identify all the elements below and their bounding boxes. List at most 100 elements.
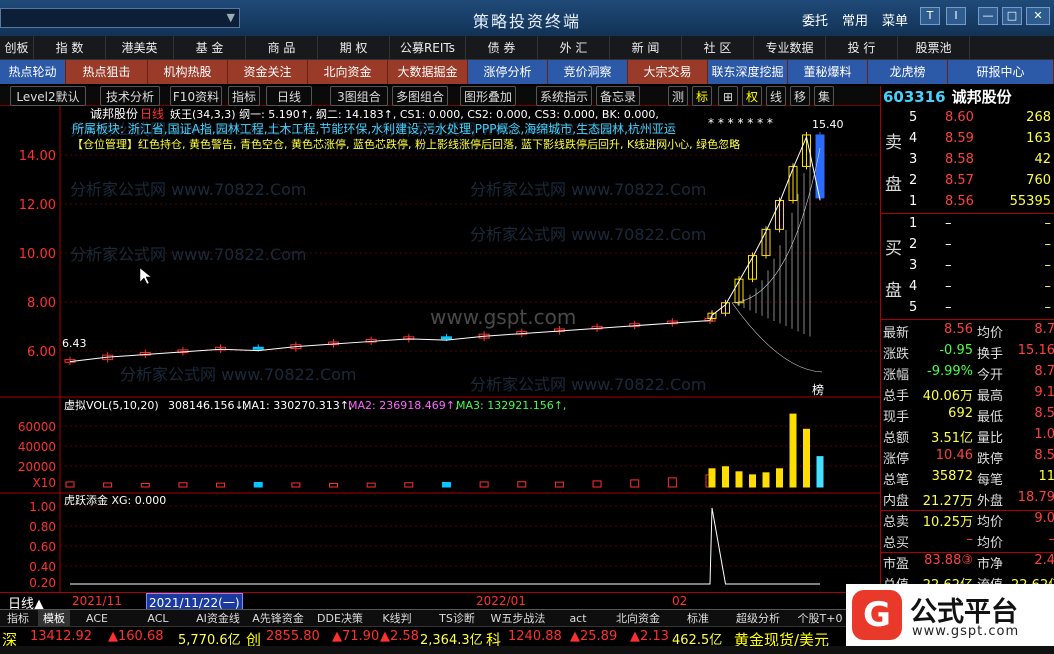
toolbar-mark[interactable]: 标 — [692, 86, 712, 106]
tab-acl[interactable]: ACL — [130, 610, 186, 627]
order-row: 2– – — [881, 237, 1054, 258]
stock-code-header: 603316 诚邦股份 — [881, 86, 1054, 108]
tab-dde[interactable]: DDE决策 — [312, 610, 368, 627]
tab-ace[interactable]: ACE — [72, 610, 122, 627]
watermark: 分析家公式网 www.70822.Com — [120, 365, 357, 384]
toolbar-multi-combo[interactable]: 多图组合 — [392, 86, 448, 106]
tab-ts[interactable]: TS诊断 — [432, 610, 482, 627]
stat-value: – — [1011, 532, 1054, 547]
y-tick: 6.00 — [27, 345, 56, 360]
watermark: 分析家公式网 www.70822.Com — [470, 375, 707, 394]
tab-northbound[interactable]: 北向资金 — [606, 610, 670, 627]
toolbar-move[interactable]: 移 — [790, 86, 810, 106]
stat-value: 8.7 — [1034, 322, 1054, 337]
stat-label: 最低 — [977, 410, 1004, 425]
menu-item[interactable]: 债 券 — [466, 36, 538, 60]
feature-item[interactable]: 资金关注 — [228, 60, 308, 84]
tab-super[interactable]: 超级分析 — [728, 610, 788, 627]
toolbar-f10[interactable]: F10资料 — [170, 86, 222, 106]
entrust-button[interactable]: 委托 — [802, 10, 828, 29]
volume: – — [1044, 258, 1052, 273]
toolbar-set[interactable]: 集 — [814, 86, 834, 106]
gspt-logo: G 公式平台 www.gspt.com — [846, 584, 1054, 646]
trade-icon[interactable]: T — [920, 7, 940, 25]
vol-header: 虚拟VOL(5,10,20) 308146.156↓, MA1: 330270.… — [64, 398, 566, 412]
menu-item[interactable]: 股票池 — [898, 36, 970, 60]
tab-t0[interactable]: 个股T+0 — [792, 610, 848, 627]
stat-value: 8.5 — [1034, 406, 1054, 421]
menu-item[interactable]: 指 数 — [34, 36, 106, 60]
buy-book: 买 盘 1– – 2– – 3– – 4– – 5– – — [881, 214, 1054, 320]
toolbar-measure[interactable]: 测 — [668, 86, 688, 106]
toolbar-level2[interactable]: Level2默认 — [10, 86, 86, 106]
stat-value: 35872 — [931, 469, 973, 484]
menu-item[interactable]: 创板 — [0, 36, 34, 60]
tab-standard[interactable]: 标准 — [674, 610, 722, 627]
common-button[interactable]: 常用 — [842, 10, 868, 29]
feature-item[interactable]: 龙虎榜 — [868, 60, 948, 84]
stat-value: 8.56 — [944, 322, 973, 337]
feature-item[interactable]: 大数据掘金 — [388, 60, 468, 84]
tab-w5[interactable]: W五步战法 — [486, 610, 550, 627]
feature-item[interactable]: 董秘爆料 — [788, 60, 868, 84]
toolbar-rights[interactable]: 权 — [742, 86, 762, 106]
feature-item[interactable]: 机构热股 — [148, 60, 228, 84]
toolbar-system[interactable]: 系统指示 — [536, 86, 592, 106]
tab-template[interactable]: 模板 — [38, 610, 70, 627]
info-icon[interactable]: I — [946, 7, 966, 25]
chevron-down-icon[interactable]: ▼ — [227, 11, 235, 24]
menu-item[interactable]: 商 品 — [246, 36, 318, 60]
feature-item[interactable]: 涨停分析 — [468, 60, 548, 84]
tab-act[interactable]: act — [554, 610, 602, 627]
menu-item[interactable]: 基 金 — [174, 36, 246, 60]
toolbar-overlay[interactable]: 图形叠加 — [460, 86, 516, 106]
grid-icon[interactable]: ⊞ — [718, 86, 738, 106]
feature-item[interactable]: 北向资金 — [308, 60, 388, 84]
ma2-value: MA2: 236918.469↑, — [348, 399, 458, 412]
maximize-icon[interactable]: □ — [1002, 7, 1022, 25]
menu-item[interactable]: 新 闻 — [610, 36, 682, 60]
index-value: 2855.80 — [266, 629, 320, 644]
tab-kline[interactable]: K线判 — [372, 610, 422, 627]
indicator-header: 虎跃添金 XG: 0.000 — [64, 493, 166, 507]
title-bar: ▼ 策略投资终端 委托 常用 菜单 T I — □ ✕ — [0, 0, 1054, 36]
period-label: 日线 — [140, 107, 164, 121]
toolbar-line[interactable]: 线 — [766, 86, 786, 106]
toolbar-daily[interactable]: 日线 — [266, 86, 312, 106]
menu-item[interactable]: 专业数据 — [754, 36, 826, 60]
stock-search-input[interactable]: ▼ — [0, 8, 240, 28]
tab-indicator[interactable]: 指标 — [0, 610, 36, 627]
feature-item[interactable]: 联东深度挖掘 — [708, 60, 788, 84]
stat-label: 均价 — [977, 536, 1004, 551]
menu-item[interactable]: 港美英 — [106, 36, 174, 60]
minimize-icon[interactable]: — — [978, 7, 998, 25]
y-tick: 60000 — [18, 420, 56, 434]
close-icon[interactable]: ✕ — [1026, 7, 1050, 25]
feature-item[interactable]: 热点轮动 — [0, 60, 66, 84]
stat-label: 总买 — [883, 536, 910, 551]
menu-item[interactable]: 外 汇 — [538, 36, 610, 60]
stat-label: 跌停 — [977, 452, 1004, 467]
y-tick: 10.00 — [19, 247, 56, 262]
feature-item[interactable]: 竞价洞察 — [548, 60, 628, 84]
menu-item[interactable]: 投 行 — [826, 36, 898, 60]
toolbar-3-combo[interactable]: 3图组合 — [330, 86, 388, 106]
menu-item[interactable]: 社 区 — [682, 36, 754, 60]
menu-item[interactable]: 公募REITs — [390, 36, 466, 60]
menu-button[interactable]: 菜单 — [882, 10, 908, 29]
toolbar-tech-analysis[interactable]: 技术分析 — [100, 86, 160, 106]
order-row: 1 8.56 55395 — [881, 194, 1054, 215]
feature-item[interactable]: 研报中心 — [948, 60, 1054, 84]
feature-item[interactable]: 热点狙击 — [66, 60, 148, 84]
toolbar-indicator[interactable]: 指标 — [228, 86, 260, 106]
ind-y-axis: 1.00 0.80 0.60 0.40 0.20 — [29, 500, 56, 590]
tab-pioneer[interactable]: A先锋资金 — [248, 610, 308, 627]
stat-label: 换手 — [977, 347, 1004, 362]
volume-bar — [816, 456, 824, 488]
toolbar-memo[interactable]: 备忘录 — [596, 86, 640, 106]
kline-chart[interactable]: 分析家公式网 www.70822.Com 分析家公式网 www.70822.Co… — [0, 106, 880, 596]
feature-item[interactable]: 大宗交易 — [628, 60, 708, 84]
tab-ai-fund[interactable]: AI资金线 — [190, 610, 246, 627]
stat-label: 涨停 — [883, 452, 910, 467]
menu-item[interactable]: 期 权 — [318, 36, 390, 60]
